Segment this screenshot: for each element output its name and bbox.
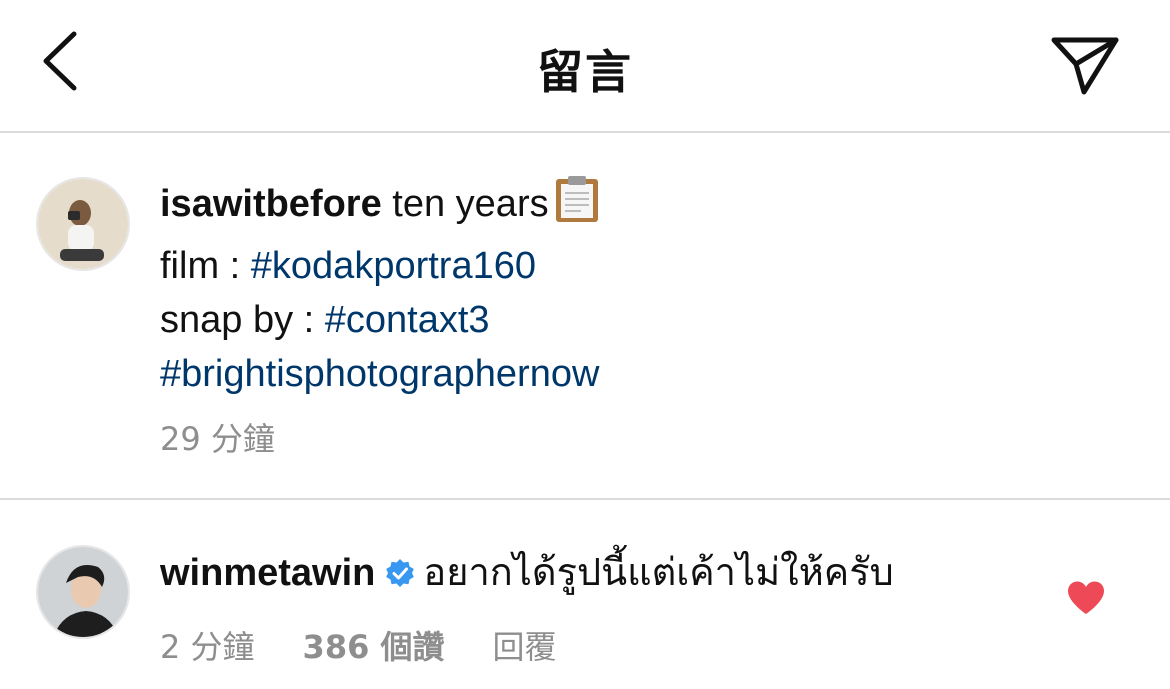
post-caption: isawitbefore ten years film : #kodakport…	[160, 174, 1120, 401]
share-button[interactable]	[1050, 34, 1122, 98]
header-divider	[0, 131, 1170, 133]
hashtag-link[interactable]: #contaxt3	[325, 299, 490, 341]
post-timestamp: 29 分鐘	[160, 420, 275, 458]
heart-icon	[1068, 581, 1104, 614]
like-button[interactable]	[1066, 580, 1106, 616]
avatar-photo	[38, 547, 128, 637]
caption-line-1: isawitbefore ten years	[160, 174, 1120, 239]
avatar-photo	[38, 179, 128, 269]
page-title: 留言	[537, 45, 633, 99]
comment-timestamp: 2 分鐘	[160, 628, 255, 666]
caption-text: ten years	[381, 183, 549, 225]
post-author-avatar[interactable]	[36, 177, 130, 271]
post-divider	[0, 498, 1170, 500]
verified-badge-icon	[385, 549, 415, 603]
caption-line-4: #brightisphotographernow	[160, 347, 1120, 401]
commenter-avatar[interactable]	[36, 545, 130, 639]
caption-line-2: film : #kodakportra160	[160, 239, 1120, 293]
commenter-username[interactable]: winmetawin	[160, 552, 375, 594]
caption-line-3: snap by : #contaxt3	[160, 293, 1120, 347]
caption-film-label: film :	[160, 245, 251, 287]
comment-body: winmetawin อยากได้รูปนี้แต่เค้าไม่ให้ครั…	[160, 545, 894, 603]
comment-meta: 2 分鐘 386 個讚 回覆	[160, 622, 557, 668]
hashtag-link[interactable]: #brightisphotographernow	[160, 353, 599, 395]
hashtag-link[interactable]: #kodakportra160	[251, 245, 536, 287]
reply-button[interactable]: 回覆	[493, 628, 557, 666]
paper-plane-icon	[1051, 37, 1119, 95]
comment-likes-count[interactable]: 386 個讚	[303, 628, 445, 666]
clipboard-icon	[553, 174, 601, 239]
post-author-username[interactable]: isawitbefore	[160, 183, 382, 225]
top-bar: 留言	[0, 0, 1170, 132]
caption-snap-label: snap by :	[160, 299, 325, 341]
comment-text: อยากได้รูปนี้แต่เค้าไม่ให้ครับ	[423, 550, 894, 594]
